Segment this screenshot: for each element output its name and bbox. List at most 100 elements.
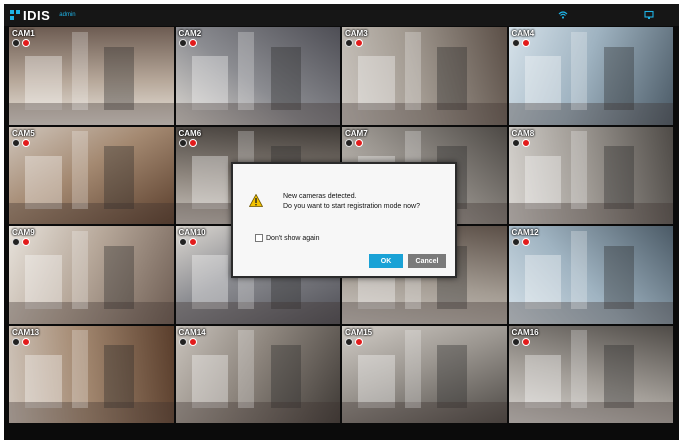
camera-icon [12,337,20,346]
camera-status-icons [12,238,30,246]
camera-feed [508,27,673,125]
camera-icon [12,238,20,246]
camera-status-icons [12,39,30,47]
camera-icon [178,39,187,47]
record-icon [355,138,363,147]
camera-label: CAM13 [12,327,40,337]
camera-tile[interactable]: CAM5 [9,126,174,224]
camera-label: CAM2 [178,29,202,38]
checkbox-label: Don't show again [266,234,320,242]
record-icon [22,238,30,246]
top-bar: IDIS admin [4,4,679,26]
dialog-message-line1: New cameras detected. [283,193,357,200]
camera-tile[interactable]: CAM1 [9,27,174,125]
camera-label: CAM6 [178,128,202,138]
record-icon [22,138,30,147]
ok-button[interactable]: OK [369,254,403,268]
camera-tile[interactable]: CAM13 [9,325,174,423]
camera-status-icons [12,138,30,147]
camera-label: CAM12 [511,228,539,237]
camera-status-icons [178,138,197,147]
camera-tile[interactable]: CAM3 [342,27,507,125]
camera-status-icons [12,337,30,346]
camera-icon [511,39,520,47]
record-icon [22,39,30,47]
camera-feed [508,226,673,324]
logo-text: IDIS [23,7,51,23]
camera-status-icons [178,238,197,246]
record-icon [521,39,530,47]
camera-label: CAM16 [511,327,539,337]
camera-status-icons [345,39,363,47]
warning-icon [249,194,263,207]
record-icon [355,39,363,47]
camera-feed [9,27,174,125]
camera-status-icons [345,337,363,346]
record-icon [521,238,530,246]
logo-icon [10,10,20,20]
camera-feed [508,126,673,224]
camera-tile[interactable]: CAM4 [508,27,673,125]
network-icon[interactable] [558,10,568,20]
record-icon [355,337,363,346]
checkbox-box[interactable] [255,234,263,242]
camera-status-icons [511,337,530,346]
record-icon [188,337,197,346]
camera-tile[interactable]: CAM14 [175,325,340,423]
camera-icon [178,138,187,147]
camera-status-icons [511,138,530,147]
camera-tile[interactable]: CAM15 [342,325,507,423]
camera-tile[interactable]: CAM2 [175,27,340,125]
camera-label: CAM9 [12,228,35,237]
camera-label: CAM4 [511,29,535,38]
camera-icon [511,238,520,246]
camera-status-icons [511,238,530,246]
record-icon [521,138,530,147]
camera-feed [175,27,340,125]
camera-feed [342,27,507,125]
logo: IDIS admin [10,7,76,23]
camera-icon [511,138,520,147]
camera-icon [178,238,187,246]
camera-tile[interactable]: CAM16 [508,325,673,423]
camera-label: CAM3 [345,29,368,38]
camera-tile[interactable]: CAM8 [508,126,673,224]
camera-icon [345,337,353,346]
camera-status-icons [178,39,197,47]
camera-label: CAM14 [178,327,206,337]
record-icon [521,337,530,346]
camera-tile[interactable]: CAM12 [508,226,673,324]
camera-feed [9,325,174,423]
user-label: admin [59,12,76,18]
camera-label: CAM8 [511,128,535,138]
camera-feed [175,325,340,423]
camera-icon [12,138,20,147]
record-icon [188,238,197,246]
camera-feed [9,226,174,324]
camera-feed [508,325,673,423]
camera-tile[interactable]: CAM9 [9,226,174,324]
camera-icon [511,337,520,346]
camera-icon [345,138,353,147]
record-icon [188,39,197,47]
new-camera-dialog: New cameras detected. Do you want to sta… [231,162,457,278]
monitor-icon[interactable] [644,10,654,20]
dont-show-again-checkbox[interactable]: Don't show again [255,234,319,242]
camera-label: CAM15 [345,327,373,337]
camera-label: CAM10 [178,228,206,237]
camera-feed [9,126,174,224]
camera-status-icons [178,337,197,346]
camera-icon [12,39,20,47]
camera-label: CAM5 [12,128,35,138]
camera-label: CAM1 [12,29,35,38]
record-icon [188,138,197,147]
bottom-bar [4,426,679,440]
camera-icon [178,337,187,346]
cancel-button[interactable]: Cancel [408,254,446,268]
camera-status-icons [511,39,530,47]
dialog-message: New cameras detected. Do you want to sta… [283,192,420,212]
record-icon [22,337,30,346]
camera-icon [345,39,353,47]
camera-label: CAM7 [345,128,368,138]
camera-status-icons [345,138,363,147]
